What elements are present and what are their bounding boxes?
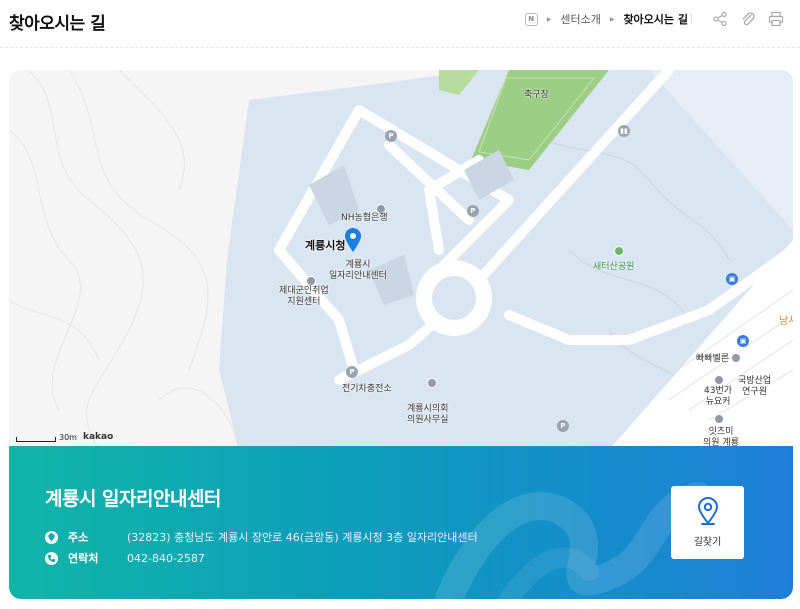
label-ev-station: 전기차충전소	[342, 384, 392, 394]
address-label: 주소	[68, 531, 89, 544]
map-view[interactable]: 축구장 ▮▮ P P P P NH농협은행 계룡시청 계룡시 일자리안내센터 제…	[9, 70, 793, 450]
chevron-right-icon: ▶	[546, 15, 552, 23]
parking-icon: P	[385, 130, 397, 142]
chevron-right-icon: ▶	[609, 15, 615, 23]
label-defense-institute: 국방산업 연구원	[738, 376, 772, 397]
shop-icon	[714, 375, 724, 385]
center-name: 계룡시 일자리안내센터	[45, 488, 221, 510]
address-value: (32823) 충청남도 계룡시 장안로 46(금암동) 계룡시청 3층 일자리…	[127, 531, 478, 544]
address-row: 주소 (32823) 충청남도 계룡시 장안로 46(금암동) 계룡시청 3층 …	[45, 529, 478, 545]
parking-icon: P	[557, 420, 569, 432]
label-bakery: 빠빠벨른	[696, 354, 730, 364]
scale-bar	[16, 437, 56, 442]
label-city-hall: 계룡시청	[305, 239, 346, 252]
breadcrumb: N ▶ 센터소개 ▶ 찾아오시는 길	[524, 11, 688, 27]
print-icon[interactable]	[766, 9, 786, 29]
phone-icon	[45, 551, 58, 565]
label-soccer-field: 축구장	[524, 90, 549, 100]
building-icon	[306, 276, 316, 286]
contact-label: 연락처	[68, 552, 99, 565]
label-store43: 43번가 뉴요커	[704, 386, 733, 407]
label-job-center: 계룡시 일자리안내센터	[329, 260, 387, 281]
toolbar	[691, 9, 786, 29]
parking-icon: P	[467, 205, 479, 217]
restroom-icon: ▮▮	[618, 125, 630, 137]
hospital-icon	[714, 414, 724, 424]
scale-text: 30m	[59, 433, 77, 442]
home-icon[interactable]: N	[524, 12, 538, 26]
map-scale: 30m kakao	[16, 432, 113, 442]
directions-button[interactable]: 길찾기	[671, 486, 744, 559]
map-pin-icon	[45, 530, 58, 544]
contact-row: 연락처 042-840-2587	[45, 550, 205, 566]
location-pin-icon	[697, 497, 718, 525]
label-council: 계룡시의회 의원사무실	[407, 404, 449, 425]
label-park: 새터산공원	[593, 262, 635, 272]
center-info-panel: 계룡시 일자리안내센터 주소 (32823) 충청남도 계룡시 장안로 46(금…	[9, 446, 793, 599]
breadcrumb-parent[interactable]: 센터소개	[560, 11, 600, 27]
clip-icon[interactable]	[738, 9, 758, 29]
parking-icon: P	[346, 366, 358, 378]
divider	[691, 14, 692, 24]
bus-stop-icon: ▣	[726, 273, 738, 285]
label-partial-right: 남서	[779, 316, 793, 327]
map-provider-logo: kakao	[82, 432, 114, 442]
breadcrumb-current: 찾아오시는 길	[623, 13, 688, 26]
directions-label: 길찾기	[693, 537, 722, 548]
label-veteran-center: 제대군인취업 지원센터	[279, 286, 329, 307]
contact-value: 042-840-2587	[127, 551, 205, 565]
location-pin-icon[interactable]	[344, 227, 362, 253]
bus-stop-icon: ▣	[737, 335, 749, 347]
page-title: 찾아오시는 길	[9, 14, 106, 34]
page-header: 찾아오시는 길 N ▶ 센터소개 ▶ 찾아오시는 길	[0, 0, 800, 48]
label-nh-bank: NH농협은행	[341, 213, 388, 223]
park-icon	[614, 246, 624, 256]
share-icon[interactable]	[710, 9, 730, 29]
building-icon	[427, 378, 437, 388]
shop-icon	[731, 353, 741, 363]
map-base	[9, 70, 793, 450]
